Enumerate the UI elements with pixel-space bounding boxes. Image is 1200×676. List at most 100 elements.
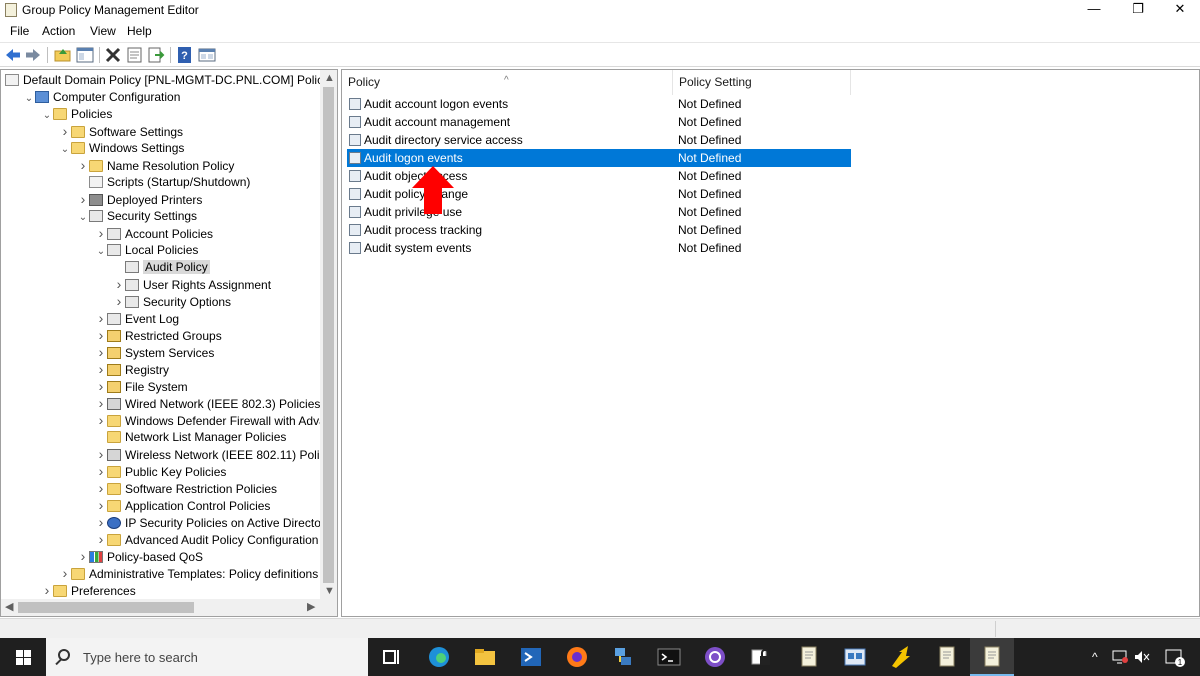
taskbar-search-box[interactable]: Type here to search: [46, 638, 368, 676]
collapsed-chevron-icon[interactable]: ›: [95, 327, 107, 344]
tree-item[interactable]: › Event Log: [95, 310, 179, 327]
tree-item[interactable]: › IP Security Policies on Active Director…: [95, 514, 337, 531]
policy-row[interactable]: Audit account logon events Not Defined: [347, 95, 851, 113]
policy-row[interactable]: Audit process tracking Not Defined: [347, 221, 851, 239]
network-status-icon[interactable]: [1112, 650, 1128, 664]
forward-arrow-icon[interactable]: [24, 46, 42, 64]
tray-chevron-up-icon[interactable]: ^: [1092, 650, 1098, 664]
menu-view[interactable]: View: [90, 24, 116, 38]
notifications-icon[interactable]: 1: [1164, 648, 1186, 668]
start-button[interactable]: [0, 638, 46, 676]
tree-item[interactable]: › Windows Defender Firewall with Advance: [95, 412, 337, 429]
collapsed-chevron-icon[interactable]: ›: [41, 582, 53, 599]
scroll-left-icon[interactable]: ◀: [5, 600, 13, 613]
collapsed-chevron-icon[interactable]: ›: [59, 123, 71, 140]
expanded-chevron-icon[interactable]: ⌄: [59, 141, 71, 158]
collapsed-chevron-icon[interactable]: ›: [95, 412, 107, 429]
collapsed-chevron-icon[interactable]: ›: [95, 514, 107, 531]
filter-icon[interactable]: [198, 46, 216, 64]
tree-item[interactable]: › Policy-based QoS: [77, 548, 203, 565]
file-explorer-icon[interactable]: [472, 644, 498, 670]
expanded-chevron-icon[interactable]: ⌄: [23, 90, 35, 107]
collapsed-chevron-icon[interactable]: ›: [113, 276, 125, 293]
tree-item[interactable]: ⌄ Policies: [41, 106, 113, 124]
tree-item[interactable]: › Registry: [95, 361, 169, 378]
tree-item[interactable]: Audit Policy: [113, 259, 210, 276]
tree-item[interactable]: › User Rights Assignment: [113, 276, 271, 293]
expanded-chevron-icon[interactable]: ⌄: [77, 209, 89, 226]
collapsed-chevron-icon[interactable]: ›: [113, 293, 125, 310]
tree-vertical-scrollbar[interactable]: ▲ ▼: [320, 70, 337, 600]
close-button[interactable]: ✕: [1158, 0, 1200, 20]
tree-item[interactable]: › Software Restriction Policies: [95, 480, 277, 497]
policy-management-icon[interactable]: [934, 644, 960, 670]
menu-help[interactable]: Help: [127, 24, 152, 38]
scroll-down-icon[interactable]: ▼: [324, 585, 335, 597]
expanded-chevron-icon[interactable]: ⌄: [41, 107, 53, 124]
collapsed-chevron-icon[interactable]: ›: [95, 480, 107, 497]
minimize-button[interactable]: —: [1072, 0, 1116, 20]
tree-item[interactable]: ⌄ Security Settings: [77, 208, 197, 225]
edge-icon[interactable]: [426, 644, 452, 670]
tree-item[interactable]: Default Domain Policy [PNL-MGMT-DC.PNL.C…: [5, 72, 329, 89]
expanded-chevron-icon[interactable]: ⌄: [95, 243, 107, 260]
help-icon[interactable]: ?: [176, 46, 194, 64]
tree-item[interactable]: Scripts (Startup/Shutdown): [77, 174, 250, 191]
collapsed-chevron-icon[interactable]: ›: [77, 548, 89, 565]
scroll-up-icon[interactable]: ▲: [324, 72, 335, 84]
policy-row[interactable]: Audit account management Not Defined: [347, 113, 851, 131]
delete-icon[interactable]: [104, 46, 122, 64]
up-folder-icon[interactable]: [54, 46, 72, 64]
collapsed-chevron-icon[interactable]: ›: [95, 463, 107, 480]
volume-muted-icon[interactable]: [1134, 650, 1150, 664]
collapsed-chevron-icon[interactable]: ›: [95, 497, 107, 514]
tree-item[interactable]: › Deployed Printers: [77, 191, 203, 208]
show-hide-tree-icon[interactable]: [76, 46, 94, 64]
collapsed-chevron-icon[interactable]: ›: [95, 225, 107, 242]
tree-item[interactable]: › System Services: [95, 344, 215, 361]
active-taskbar-item[interactable]: [970, 638, 1014, 676]
tree-item[interactable]: › Software Settings: [59, 123, 183, 140]
scroll-thumb[interactable]: [18, 602, 194, 613]
restore-button[interactable]: ❐: [1116, 0, 1160, 20]
tree-item[interactable]: Network List Manager Policies: [95, 429, 286, 446]
collapsed-chevron-icon[interactable]: ›: [95, 310, 107, 327]
tree-item[interactable]: › Security Options: [113, 293, 231, 310]
collapsed-chevron-icon[interactable]: ›: [95, 361, 107, 378]
tree-item[interactable]: › Wireless Network (IEEE 802.11) Policies: [95, 446, 337, 463]
terminal-icon[interactable]: [656, 644, 682, 670]
tree-horizontal-scrollbar[interactable]: ◀ ▶: [1, 599, 337, 616]
collapsed-chevron-icon[interactable]: ›: [77, 157, 89, 174]
tree-item[interactable]: › Advanced Audit Policy Configuration: [95, 531, 319, 548]
tree-item[interactable]: › Administrative Templates: Policy defini…: [59, 565, 337, 582]
app-yellow-icon[interactable]: [888, 644, 914, 670]
tree-item[interactable]: › Restricted Groups: [95, 327, 222, 344]
collapsed-chevron-icon[interactable]: ›: [95, 378, 107, 395]
collapsed-chevron-icon[interactable]: ›: [95, 446, 107, 463]
column-header-policy[interactable]: Policy ^: [342, 70, 673, 95]
menu-action[interactable]: Action: [42, 24, 75, 38]
tree-item[interactable]: › File System: [95, 378, 188, 395]
tree-item[interactable]: › Account Policies: [95, 225, 213, 242]
tree-item[interactable]: ⌄ Local Policies: [95, 242, 199, 260]
collapsed-chevron-icon[interactable]: ›: [95, 531, 107, 548]
security-lock-icon[interactable]: [748, 644, 774, 670]
task-view-icon[interactable]: [378, 644, 404, 670]
policy-row[interactable]: Audit system events Not Defined: [347, 239, 851, 257]
collapsed-chevron-icon[interactable]: ›: [95, 395, 107, 412]
export-list-icon[interactable]: [147, 46, 165, 64]
tree-item[interactable]: › Wired Network (IEEE 802.3) Policies: [95, 395, 321, 412]
tree-item[interactable]: › Preferences: [41, 582, 136, 599]
properties-icon[interactable]: [126, 46, 144, 64]
collapsed-chevron-icon[interactable]: ›: [77, 191, 89, 208]
tree-item[interactable]: ⌄ Windows Settings: [59, 140, 185, 158]
tree-item[interactable]: › Application Control Policies: [95, 497, 271, 514]
collapsed-chevron-icon[interactable]: ›: [59, 565, 71, 582]
system-info-icon[interactable]: [842, 644, 868, 670]
policy-row[interactable]: Audit logon events Not Defined: [347, 149, 851, 167]
back-arrow-icon[interactable]: [4, 46, 22, 64]
powershell-icon[interactable]: [518, 644, 544, 670]
policy-editor-icon[interactable]: [796, 644, 822, 670]
scroll-thumb[interactable]: [323, 87, 334, 583]
policy-row[interactable]: Audit directory service access Not Define…: [347, 131, 851, 149]
